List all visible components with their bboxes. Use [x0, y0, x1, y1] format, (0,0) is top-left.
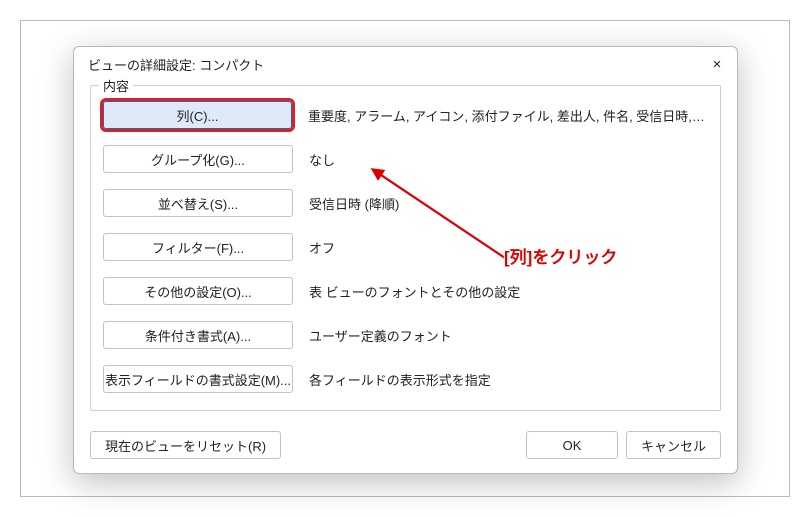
columns-button[interactable]: 列(C)...	[103, 101, 292, 129]
annotation-text: [列]をクリック	[504, 243, 617, 268]
filter-desc: オフ	[309, 238, 335, 257]
dialog-title: ビューの詳細設定: コンパクト	[88, 55, 264, 74]
other-settings-desc: 表 ビューのフォントとその他の設定	[309, 282, 520, 301]
conditional-formatting-button[interactable]: 条件付き書式(A)...	[103, 321, 293, 349]
row-groupby: グループ化(G)... なし	[103, 144, 708, 174]
reset-view-button[interactable]: 現在のビューをリセット(R)	[90, 431, 281, 459]
description-groupbox: 内容 列(C)... 重要度, アラーム, アイコン, 添付ファイル, 差出人,…	[90, 85, 721, 411]
row-conditional: 条件付き書式(A)... ユーザー定義のフォント	[103, 320, 708, 350]
dialog-content: 内容 列(C)... 重要度, アラーム, アイコン, 添付ファイル, 差出人,…	[74, 81, 737, 437]
groupby-desc: なし	[309, 150, 335, 169]
advanced-view-settings-dialog: ビューの詳細設定: コンパクト × 内容 列(C)... 重要度, アラーム, …	[73, 46, 738, 474]
format-columns-desc: 各フィールドの表示形式を指定	[309, 370, 491, 389]
conditional-formatting-desc: ユーザー定義のフォント	[309, 326, 452, 345]
titlebar: ビューの詳細設定: コンパクト ×	[74, 47, 737, 81]
close-button[interactable]: ×	[705, 53, 729, 75]
groupbox-label: 内容	[99, 76, 133, 95]
other-settings-button[interactable]: その他の設定(O)...	[103, 277, 293, 305]
close-icon: ×	[713, 56, 722, 73]
cancel-button[interactable]: キャンセル	[626, 431, 721, 459]
outer-frame: ビューの詳細設定: コンパクト × 内容 列(C)... 重要度, アラーム, …	[20, 20, 790, 497]
row-sort: 並べ替え(S)... 受信日時 (降順)	[103, 188, 708, 218]
filter-button[interactable]: フィルター(F)...	[103, 233, 293, 261]
format-columns-button[interactable]: 表示フィールドの書式設定(M)...	[103, 365, 293, 393]
groupby-button[interactable]: グループ化(G)...	[103, 145, 293, 173]
row-format-columns: 表示フィールドの書式設定(M)... 各フィールドの表示形式を指定	[103, 364, 708, 394]
ok-button[interactable]: OK	[526, 431, 618, 459]
sort-button[interactable]: 並べ替え(S)...	[103, 189, 293, 217]
dialog-button-row: 現在のビューをリセット(R) OK キャンセル	[74, 431, 737, 459]
row-columns: 列(C)... 重要度, アラーム, アイコン, 添付ファイル, 差出人, 件名…	[103, 100, 708, 130]
row-other: その他の設定(O)... 表 ビューのフォントとその他の設定	[103, 276, 708, 306]
columns-desc: 重要度, アラーム, アイコン, 添付ファイル, 差出人, 件名, 受信日時, …	[308, 106, 708, 125]
sort-desc: 受信日時 (降順)	[309, 194, 399, 213]
